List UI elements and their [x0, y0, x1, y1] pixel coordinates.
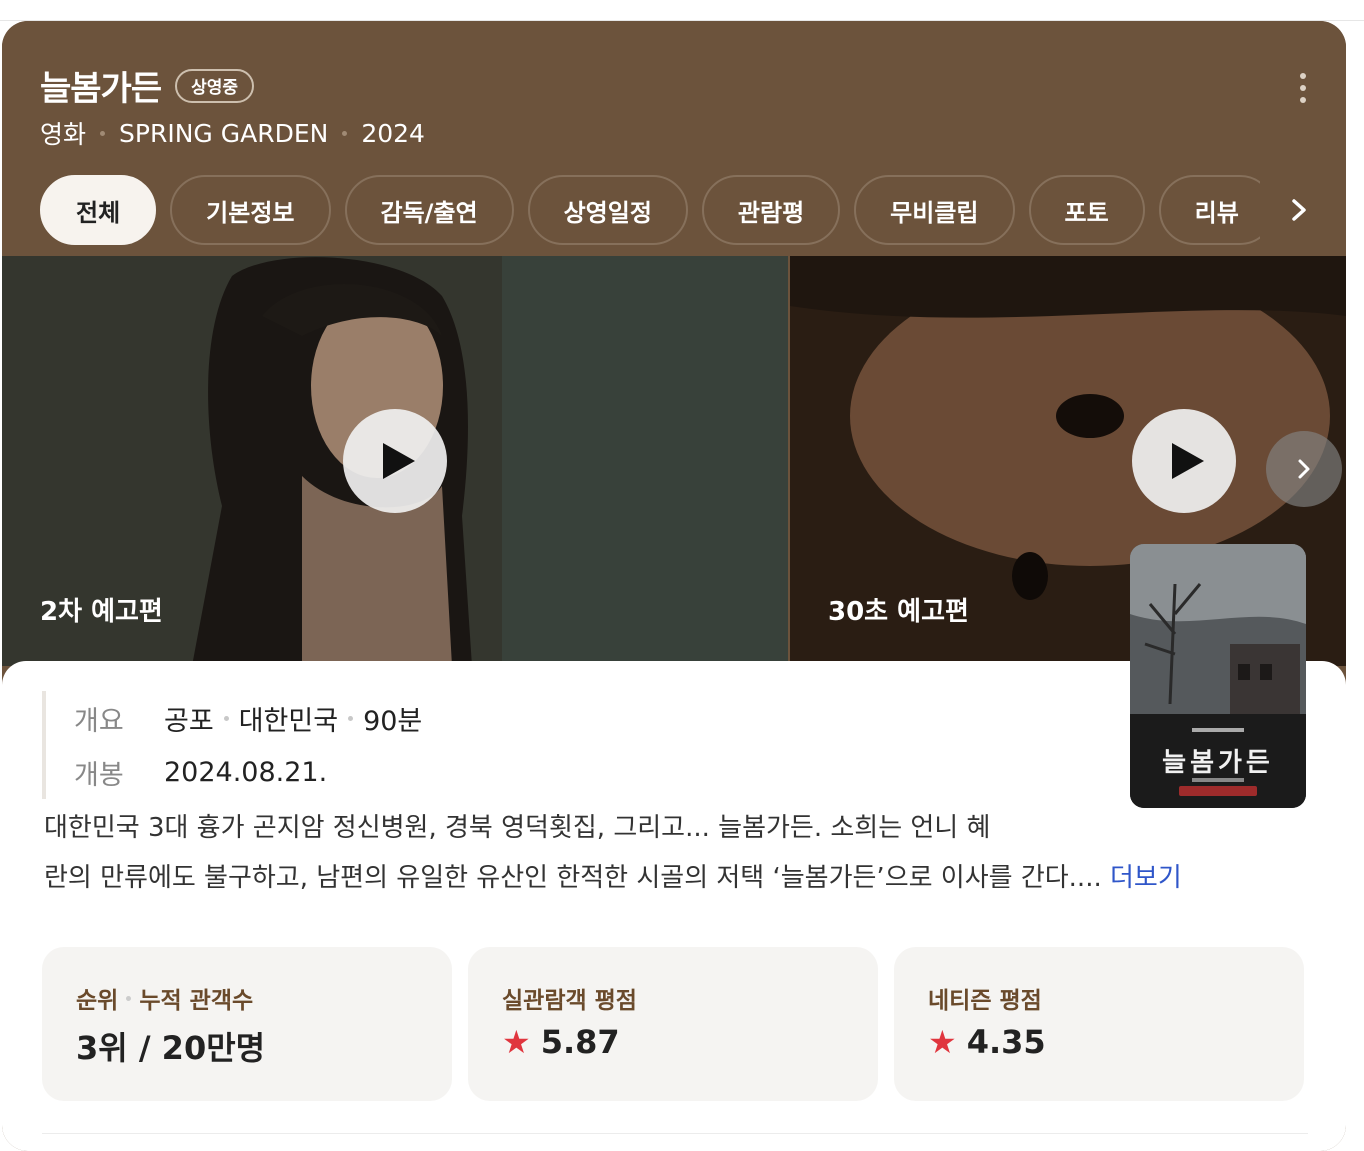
- chevron-right-icon: [1298, 459, 1310, 479]
- stat-label: 순위 누적 관객수: [76, 981, 253, 1015]
- synopsis-line: 대한민국 3대 흉가 곤지암 정신병원, 경북 영덕횟집, 그리고... 늘봄가…: [44, 813, 991, 843]
- tab-all[interactable]: 전체: [40, 175, 157, 245]
- fact-key: 개봉: [74, 759, 124, 791]
- stats-row: 순위 누적 관객수 3위 / 20만명 실관람객 평점 ★ 5.87 네티즌 평점…: [42, 947, 1304, 1101]
- stat-label: 네티즌 평점: [928, 988, 1042, 1014]
- movie-card: 늘봄가든 상영중 영화 SPRING GARDEN 2024 전체 기본정보 감…: [2, 21, 1346, 1151]
- movie-poster[interactable]: 늘봄가든: [1130, 544, 1306, 808]
- rank-stat-card[interactable]: 순위 누적 관객수 3위 / 20만명: [42, 947, 452, 1101]
- play-button[interactable]: [1132, 409, 1236, 513]
- meta-year: 2024: [361, 118, 425, 148]
- video-thumbnail[interactable]: 2차 예고편: [2, 256, 788, 666]
- rank-label: 순위: [76, 988, 119, 1014]
- fact-key: 개요: [74, 705, 124, 737]
- fact-value: 공포 대한민국 90분: [164, 699, 422, 738]
- more-link[interactable]: 더보기: [1110, 863, 1182, 893]
- separator-dot: [348, 715, 354, 721]
- tab-movie-clips[interactable]: 무비클립: [854, 175, 1015, 245]
- tab-review[interactable]: 리뷰: [1158, 175, 1260, 245]
- star-icon: ★: [502, 1023, 531, 1061]
- synopsis-text: 란의 만류에도 불구하고, 남편의 유일한 유산인 한적한 시골의 저택 ‘늘봄…: [44, 863, 1102, 893]
- movie-header: 늘봄가든 상영중 영화 SPRING GARDEN 2024 전체 기본정보 감…: [2, 21, 1346, 256]
- meta-english-title: SPRING GARDEN: [119, 118, 329, 148]
- tab-reviews-rating[interactable]: 관람평: [701, 175, 841, 245]
- rating-value: ★ 4.35: [928, 1023, 1046, 1061]
- movie-meta: 영화 SPRING GARDEN 2024: [40, 115, 425, 151]
- video-title: 30초 예고편: [828, 597, 969, 627]
- meta-category: 영화: [40, 120, 87, 149]
- video-title: 2차 예고편: [40, 597, 163, 627]
- fact-row-release: 개봉 2024.08.21.: [74, 745, 422, 799]
- status-badge: 상영중: [175, 68, 255, 103]
- release-date: 2024.08.21.: [164, 756, 328, 788]
- rating-number: 5.87: [540, 1023, 620, 1061]
- audience-rating-card[interactable]: 실관람객 평점 ★ 5.87: [468, 947, 878, 1101]
- tab-basic-info[interactable]: 기본정보: [170, 175, 331, 245]
- audience-count-label: 누적 관객수: [139, 988, 254, 1014]
- separator-dot: [100, 130, 106, 136]
- rating-number: 4.35: [966, 1023, 1046, 1061]
- genre: 공포: [164, 705, 214, 737]
- play-button[interactable]: [343, 409, 447, 513]
- tab-photos[interactable]: 포토: [1028, 175, 1145, 245]
- separator-dot: [223, 715, 229, 721]
- tab-director-cast[interactable]: 감독/출연: [344, 175, 514, 245]
- chevron-right-icon[interactable]: [1282, 193, 1316, 227]
- rating-value: ★ 5.87: [502, 1023, 620, 1061]
- more-options-icon[interactable]: [1298, 73, 1308, 103]
- synopsis: 대한민국 3대 흉가 곤지암 정신병원, 경북 영덕횟집, 그리고... 늘봄가…: [44, 803, 1334, 903]
- stat-label: 실관람객 평점: [502, 988, 637, 1014]
- separator-dot: [126, 995, 132, 1001]
- tab-showtimes[interactable]: 상영일정: [527, 175, 688, 245]
- separator-dot: [342, 130, 348, 136]
- synopsis-line: 란의 만류에도 불구하고, 남편의 유일한 유산인 한적한 시골의 저택 ‘늘봄…: [44, 853, 1334, 903]
- star-icon: ★: [928, 1023, 957, 1061]
- poster-release-tag: [1179, 786, 1257, 796]
- top-divider: [0, 0, 1364, 21]
- poster-credit-line: [1192, 778, 1244, 782]
- country: 대한민국: [238, 705, 339, 737]
- tab-bar: 전체 기본정보 감독/출연 상영일정 관람평 무비클립 포토 리뷰: [40, 175, 1260, 245]
- fact-row-overview: 개요 공포 대한민국 90분: [74, 691, 422, 745]
- rank-value: 3위 / 20만명: [76, 1029, 266, 1067]
- movie-title[interactable]: 늘봄가든: [40, 61, 162, 110]
- netizen-rating-card[interactable]: 네티즌 평점 ★ 4.35: [894, 947, 1304, 1101]
- poster-title: 늘봄가든: [1162, 748, 1274, 778]
- fact-list: 개요 공포 대한민국 90분 개봉 2024.08.21.: [42, 691, 422, 799]
- carousel-next-button[interactable]: [1266, 431, 1342, 507]
- runtime: 90분: [363, 705, 423, 737]
- title-row: 늘봄가든 상영중: [40, 61, 255, 110]
- divider: [42, 1133, 1308, 1134]
- poster-credit-line: [1192, 728, 1244, 732]
